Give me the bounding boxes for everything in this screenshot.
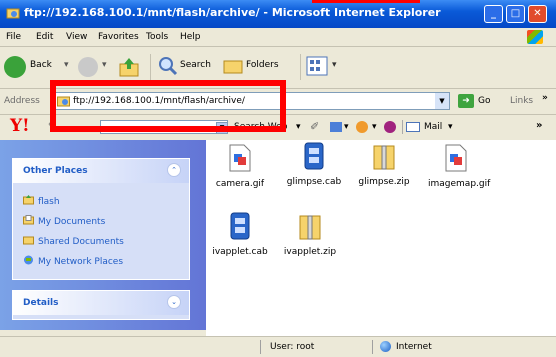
mail-icon[interactable] bbox=[406, 122, 420, 132]
expand-chevron-icon[interactable]: ⌄ bbox=[167, 295, 181, 309]
forward-arrow-icon[interactable] bbox=[78, 57, 98, 77]
file-name: ivapplet.zip bbox=[283, 247, 337, 257]
task-pane: Other Places ⌃ flash My Documents Shared… bbox=[0, 140, 206, 330]
file-name: glimpse.zip bbox=[358, 177, 410, 187]
window-title: ftp://192.168.100.1/mnt/flash/archive/ -… bbox=[24, 6, 441, 19]
internet-zone-icon bbox=[380, 341, 391, 352]
file-item[interactable]: glimpse.cab bbox=[286, 142, 342, 187]
details-title: Details bbox=[23, 298, 59, 308]
links-button[interactable]: Links bbox=[510, 96, 533, 106]
status-zone: Internet bbox=[396, 342, 432, 352]
cab-file-icon bbox=[304, 142, 324, 170]
status-user: User: root bbox=[270, 342, 315, 352]
menu-bar: File Edit View Favorites Tools Help bbox=[0, 28, 556, 47]
back-arrow-icon[interactable] bbox=[4, 56, 26, 78]
windows-logo-icon bbox=[527, 30, 543, 44]
views-icon[interactable] bbox=[306, 56, 328, 76]
go-button[interactable]: Go bbox=[478, 96, 490, 106]
shared-folder-icon bbox=[23, 236, 34, 245]
menu-edit[interactable]: Edit bbox=[36, 32, 53, 42]
toolbar-separator bbox=[402, 120, 403, 134]
links-chevron-icon[interactable]: » bbox=[542, 93, 548, 103]
highlight-mark bbox=[312, 0, 420, 3]
back-dropdown-icon[interactable]: ▾ bbox=[64, 60, 69, 70]
documents-folder-icon bbox=[23, 215, 34, 225]
zip-folder-icon bbox=[373, 145, 395, 170]
address-highlight-box bbox=[50, 80, 286, 132]
cab-file-icon bbox=[230, 212, 250, 240]
views-dropdown-icon[interactable]: ▾ bbox=[332, 60, 337, 70]
forward-dropdown-icon[interactable]: ▾ bbox=[102, 60, 107, 70]
messenger-icon[interactable] bbox=[384, 121, 396, 133]
search-icon[interactable] bbox=[158, 56, 178, 76]
sidebar-item-my-network-places[interactable]: My Network Places bbox=[23, 255, 123, 267]
mail-dropdown-icon[interactable]: ▾ bbox=[448, 122, 453, 132]
file-item[interactable]: glimpse.zip bbox=[356, 142, 412, 187]
back-button[interactable]: Back bbox=[30, 60, 52, 70]
sidebar-item-label: My Documents bbox=[38, 217, 106, 227]
zip-folder-icon bbox=[299, 215, 321, 240]
bookmarks-icon[interactable] bbox=[330, 122, 342, 132]
other-places-panel: Other Places ⌃ flash My Documents Shared… bbox=[12, 158, 190, 280]
file-name: ivapplet.cab bbox=[212, 247, 268, 257]
menu-view[interactable]: View bbox=[66, 32, 87, 42]
gif-file-icon bbox=[229, 144, 251, 172]
status-separator bbox=[372, 340, 373, 354]
collapse-chevron-icon[interactable]: ⌃ bbox=[167, 163, 181, 177]
browser-window: ftp://192.168.100.1/mnt/flash/archive/ -… bbox=[0, 0, 556, 357]
ftp-folder-icon bbox=[6, 8, 20, 19]
file-name: glimpse.cab bbox=[286, 177, 342, 187]
sidebar-item-label: Shared Documents bbox=[38, 237, 124, 247]
menu-favorites[interactable]: Favorites bbox=[98, 32, 139, 42]
sidebar-item-label: flash bbox=[38, 197, 60, 207]
go-arrow-icon[interactable]: ➜ bbox=[458, 94, 474, 108]
toolbar-separator bbox=[150, 54, 151, 80]
toolbar-chevron-icon[interactable]: » bbox=[536, 120, 542, 131]
up-folder-icon[interactable] bbox=[118, 56, 140, 78]
minimize-button[interactable]: _ bbox=[484, 5, 503, 23]
bookmarks-dropdown-icon[interactable]: ▾ bbox=[344, 122, 349, 132]
games-icon[interactable] bbox=[356, 121, 368, 133]
search-button[interactable]: Search bbox=[180, 60, 211, 70]
file-name: camera.gif bbox=[215, 179, 265, 189]
gif-file-icon bbox=[445, 144, 467, 172]
folders-button[interactable]: Folders bbox=[246, 60, 279, 70]
folder-up-icon bbox=[23, 195, 34, 205]
title-bar[interactable]: ftp://192.168.100.1/mnt/flash/archive/ -… bbox=[0, 0, 556, 28]
details-panel: Details ⌄ bbox=[12, 290, 190, 320]
other-places-header[interactable]: Other Places ⌃ bbox=[13, 159, 189, 183]
file-item[interactable]: ivapplet.cab bbox=[212, 212, 268, 257]
sidebar-item-flash[interactable]: flash bbox=[23, 195, 60, 207]
address-dropdown-icon[interactable]: ▼ bbox=[435, 93, 449, 109]
yahoo-search-dropdown-icon[interactable]: ▾ bbox=[296, 122, 301, 132]
folders-icon[interactable] bbox=[222, 57, 244, 75]
menu-file[interactable]: File bbox=[6, 32, 21, 42]
address-label: Address bbox=[4, 96, 40, 106]
highlight-pen-icon[interactable]: ✐ bbox=[310, 120, 319, 133]
file-name: imagemap.gif bbox=[428, 179, 491, 189]
games-dropdown-icon[interactable]: ▾ bbox=[372, 122, 377, 132]
other-places-title: Other Places bbox=[23, 166, 88, 176]
details-header[interactable]: Details ⌄ bbox=[13, 291, 189, 315]
sidebar-item-my-documents[interactable]: My Documents bbox=[23, 215, 105, 227]
mail-button[interactable]: Mail bbox=[424, 122, 442, 132]
yahoo-logo[interactable]: Y! bbox=[10, 116, 30, 136]
sidebar-item-shared-documents[interactable]: Shared Documents bbox=[23, 235, 124, 247]
close-button[interactable]: ✕ bbox=[528, 5, 547, 23]
menu-help[interactable]: Help bbox=[180, 32, 201, 42]
file-item[interactable]: camera.gif bbox=[212, 144, 268, 189]
network-places-icon bbox=[24, 255, 33, 265]
file-item[interactable]: imagemap.gif bbox=[428, 144, 491, 189]
file-item[interactable]: ivapplet.zip bbox=[282, 212, 338, 257]
status-bar: User: root Internet bbox=[0, 336, 556, 357]
sidebar-item-label: My Network Places bbox=[38, 257, 124, 267]
status-separator bbox=[260, 340, 261, 354]
maximize-button[interactable]: □ bbox=[506, 5, 525, 23]
file-view: camera.gif glimpse.cab glimpse.zip image… bbox=[206, 140, 556, 336]
menu-tools[interactable]: Tools bbox=[146, 32, 168, 42]
toolbar-separator bbox=[300, 54, 301, 80]
